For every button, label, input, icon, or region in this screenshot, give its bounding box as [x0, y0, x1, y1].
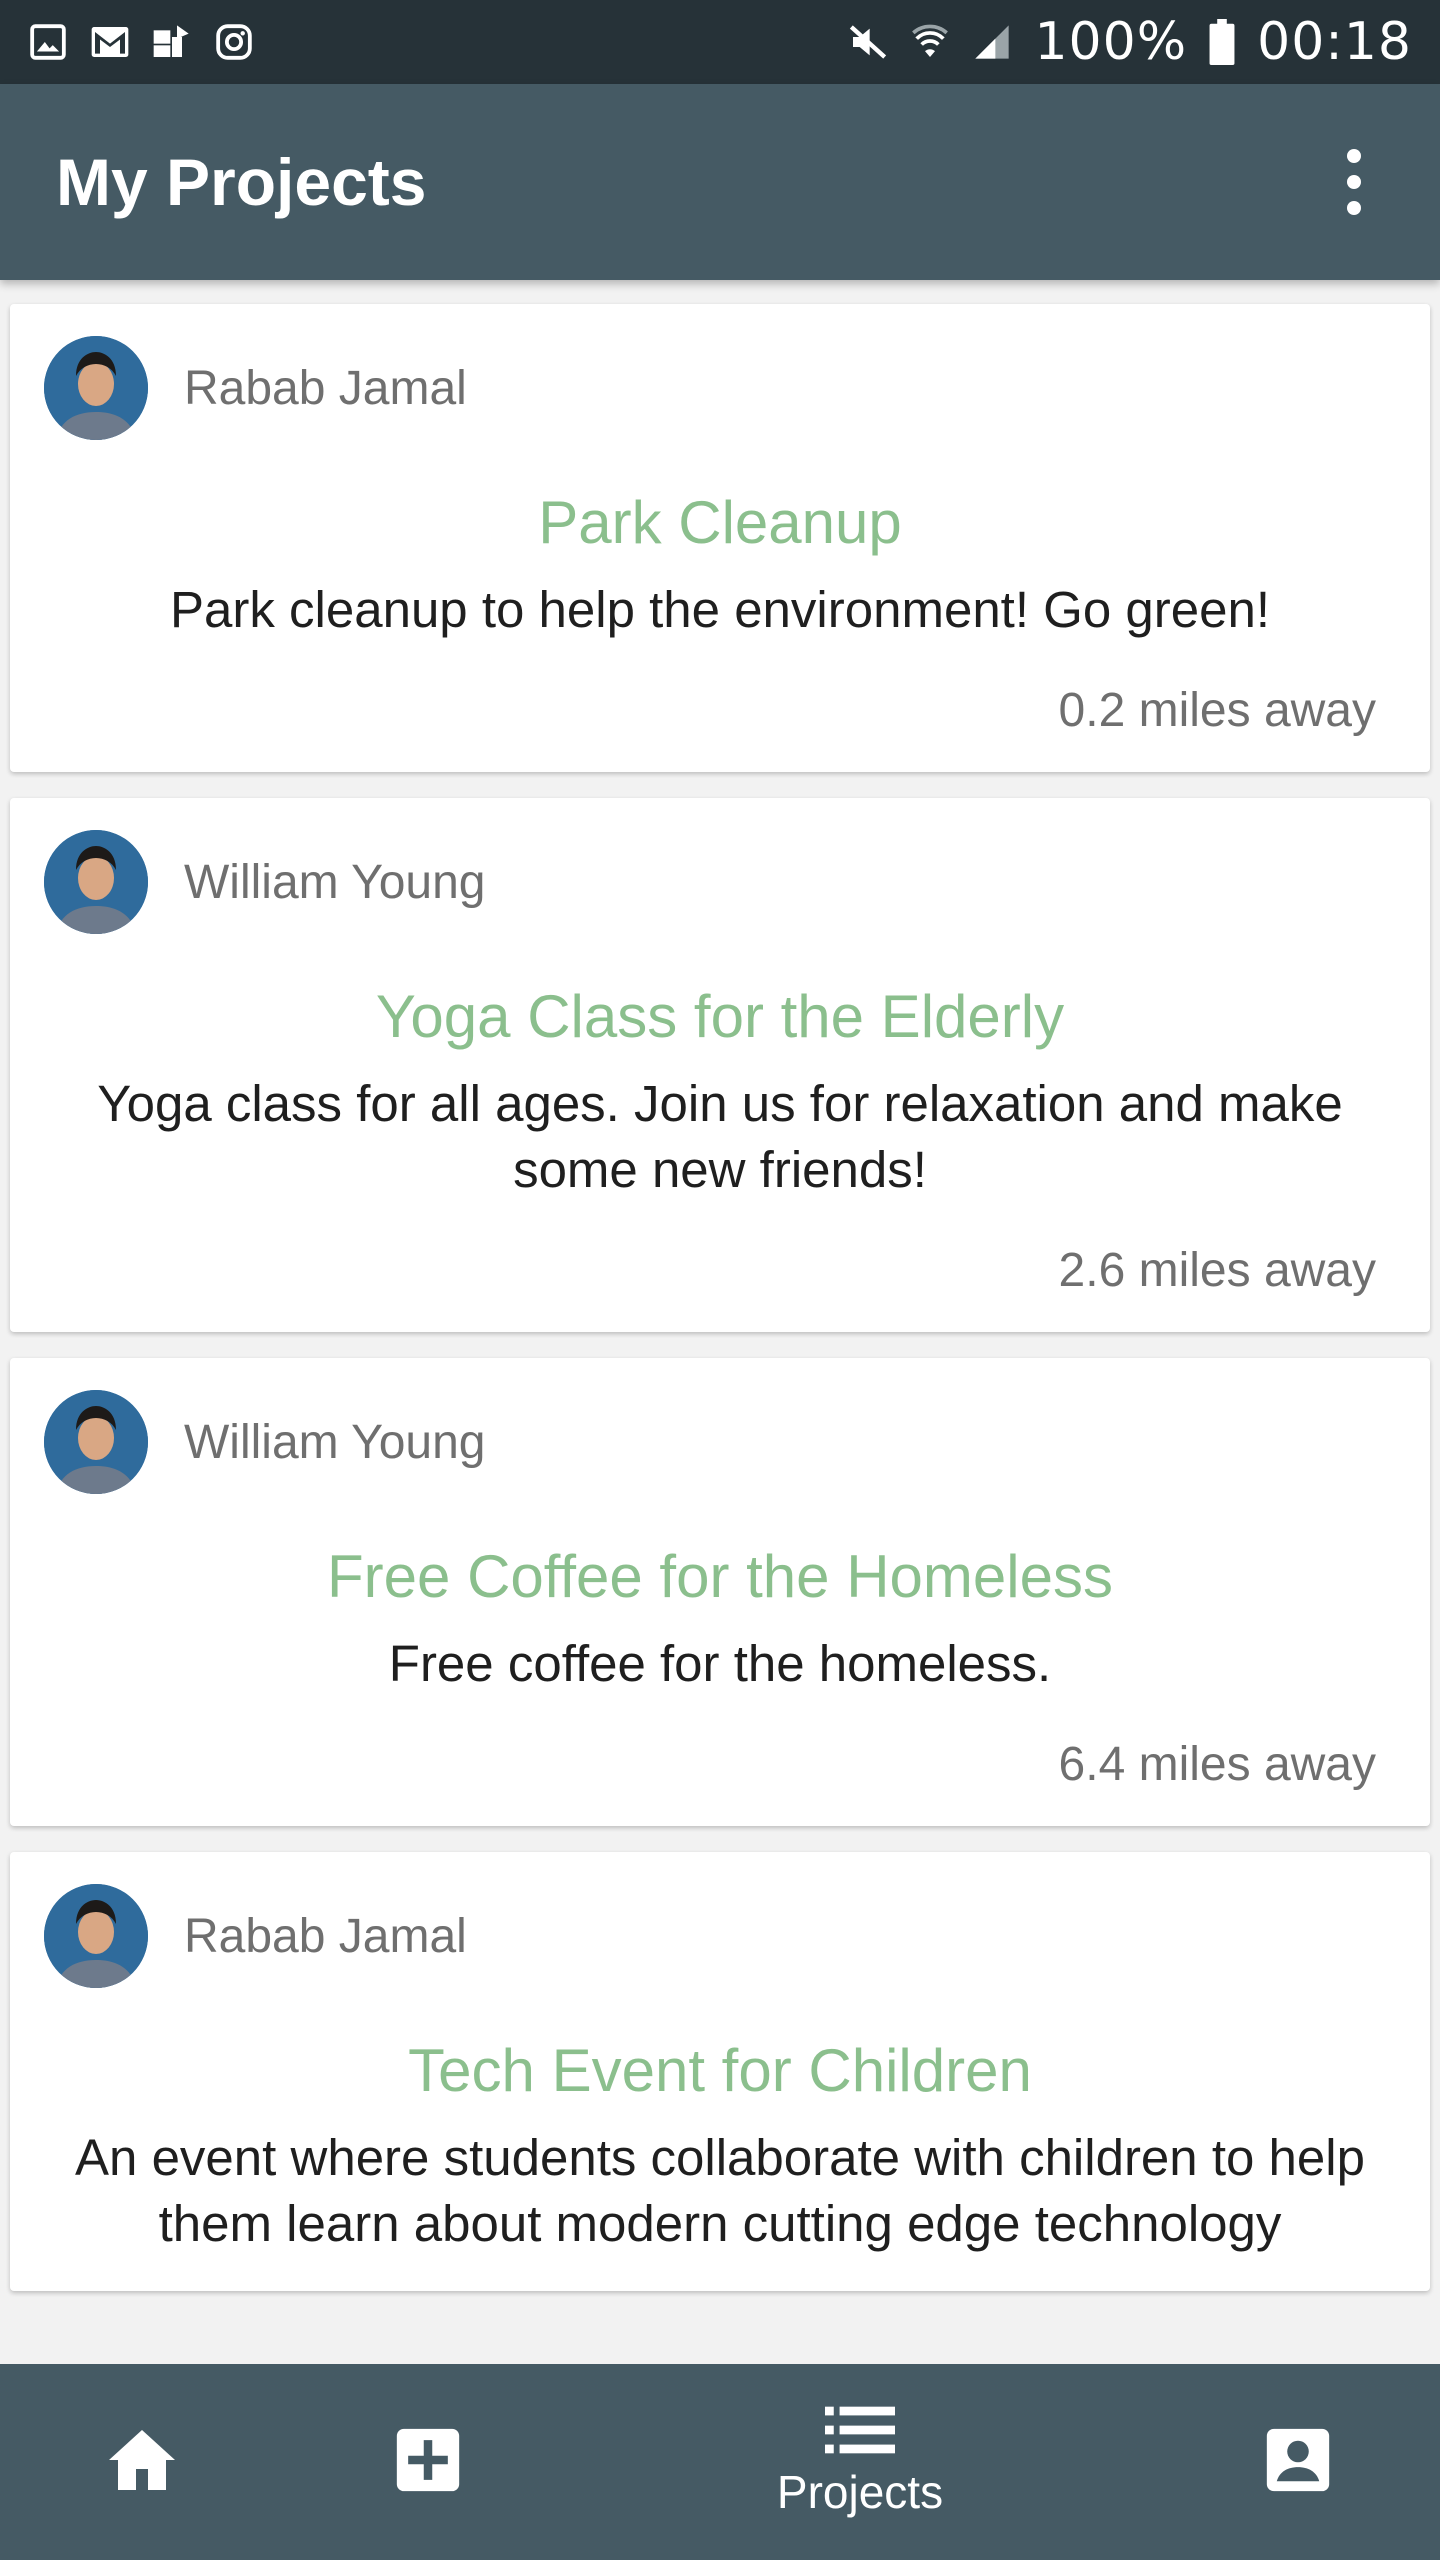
overflow-dot-icon	[1347, 149, 1361, 163]
project-title[interactable]: Tech Event for Children	[44, 2036, 1396, 2105]
project-card[interactable]: Rabab Jamal Tech Event for Children An e…	[10, 1852, 1430, 2291]
avatar[interactable]	[44, 830, 148, 934]
nav-projects-button[interactable]: Projects	[740, 2364, 980, 2560]
nav-home-button[interactable]	[92, 2364, 192, 2560]
tiles-icon	[152, 22, 192, 62]
project-title[interactable]: Yoga Class for the Elderly	[44, 982, 1396, 1051]
card-header: William Young	[44, 1390, 1396, 1494]
card-header: Rabab Jamal	[44, 336, 1396, 440]
avatar[interactable]	[44, 1884, 148, 1988]
instagram-icon	[214, 22, 254, 62]
project-card[interactable]: Rabab Jamal Park Cleanup Park cleanup to…	[10, 304, 1430, 772]
project-description: An event where students collaborate with…	[75, 2129, 1365, 2252]
page-title: My Projects	[56, 145, 427, 219]
nav-add-button[interactable]	[378, 2364, 478, 2560]
wifi-icon	[910, 22, 950, 62]
gallery-icon	[28, 22, 68, 62]
project-description: Park cleanup to help the environment! Go…	[169, 581, 1270, 638]
avatar[interactable]	[44, 336, 148, 440]
gmail-icon	[90, 22, 130, 62]
author-name: Rabab Jamal	[184, 1909, 467, 1963]
project-description: Yoga class for all ages. Join us for rel…	[97, 1075, 1343, 1198]
overflow-dot-icon	[1347, 201, 1361, 215]
overflow-dot-icon	[1347, 175, 1361, 189]
add-box-icon	[394, 2426, 462, 2499]
list-icon	[825, 2406, 895, 2459]
card-header: William Young	[44, 830, 1396, 934]
card-header: Rabab Jamal	[44, 1884, 1396, 1988]
project-distance: 0.2 miles away	[1058, 684, 1376, 737]
project-title[interactable]: Park Cleanup	[44, 488, 1396, 557]
nav-profile-button[interactable]	[1248, 2364, 1348, 2560]
status-bar: 100% 00:18	[0, 0, 1440, 84]
mute-icon	[848, 22, 888, 62]
status-system: 100% 00:18	[848, 12, 1412, 72]
app-bar: My Projects	[0, 84, 1440, 280]
author-name: William Young	[184, 855, 486, 909]
status-notifications	[28, 22, 254, 62]
project-card[interactable]: William Young Free Coffee for the Homele…	[10, 1358, 1430, 1826]
battery-percent: 100%	[1034, 12, 1188, 72]
project-list[interactable]: Rabab Jamal Park Cleanup Park cleanup to…	[0, 280, 1440, 2364]
project-card[interactable]: William Young Yoga Class for the Elderly…	[10, 798, 1430, 1332]
project-title[interactable]: Free Coffee for the Homeless	[44, 1542, 1396, 1611]
account-box-icon	[1264, 2426, 1332, 2499]
clock: 00:18	[1257, 12, 1412, 72]
bottom-navigation: Projects	[0, 2364, 1440, 2560]
project-description: Free coffee for the homeless.	[388, 1635, 1052, 1692]
overflow-menu-button[interactable]	[1324, 132, 1384, 232]
project-distance: 2.6 miles away	[1058, 1244, 1376, 1297]
project-distance: 6.4 miles away	[1058, 1738, 1376, 1791]
nav-projects-label: Projects	[776, 2465, 944, 2518]
author-name: William Young	[184, 1415, 486, 1469]
signal-icon	[972, 22, 1012, 62]
battery-icon	[1209, 19, 1235, 65]
author-name: Rabab Jamal	[184, 361, 467, 415]
avatar[interactable]	[44, 1390, 148, 1494]
home-icon	[106, 2427, 178, 2498]
